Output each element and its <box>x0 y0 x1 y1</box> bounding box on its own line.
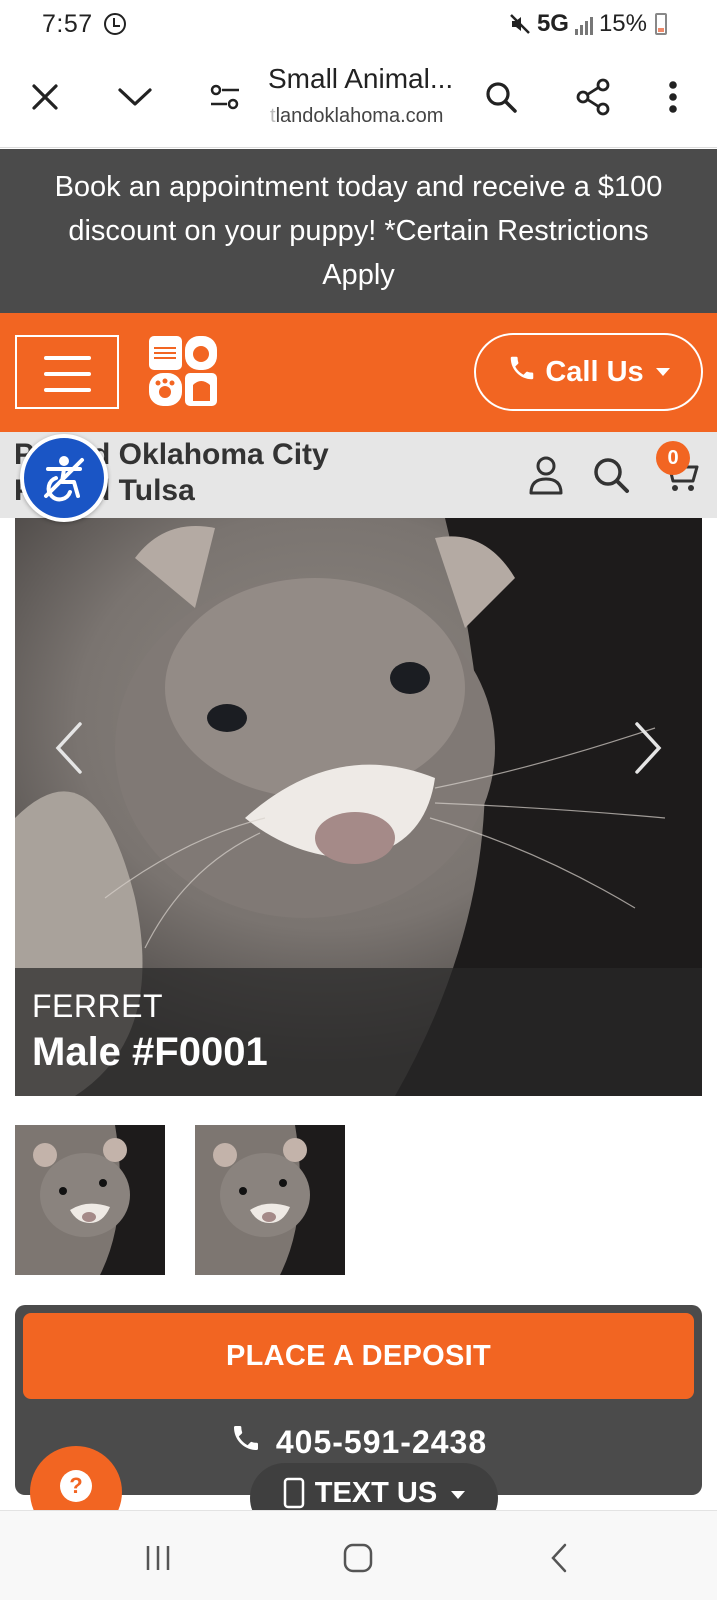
back-icon[interactable] <box>534 1533 584 1583</box>
site-search-icon[interactable] <box>586 450 636 500</box>
text-us-label: TEXT US <box>314 1477 438 1509</box>
chevron-left-icon[interactable] <box>50 718 90 778</box>
recents-icon[interactable] <box>133 1533 183 1583</box>
menu-icon[interactable] <box>15 335 119 409</box>
site-logo[interactable] <box>148 335 218 407</box>
chevron-down-icon <box>451 1491 466 1499</box>
battery-percent: 15% <box>598 10 647 37</box>
location-1-text: d Oklahoma City <box>92 438 329 471</box>
pet-name: Male #F0001 <box>32 1030 268 1074</box>
chevron-down-icon[interactable] <box>110 72 160 122</box>
cart-count-badge[interactable]: 0 <box>656 441 690 475</box>
photo-caption: FERRET Male #F0001 <box>15 968 702 1096</box>
help-icon: ? <box>60 1470 92 1502</box>
network-type: 5G <box>536 10 569 37</box>
chevron-down-icon <box>655 368 670 376</box>
promo-banner: Book an appointment today and receive a … <box>0 149 717 313</box>
alarm-clock-icon <box>104 13 126 35</box>
status-time: 7:57 <box>42 10 93 38</box>
share-icon[interactable] <box>568 72 618 122</box>
phone-icon <box>507 353 537 391</box>
page-title[interactable]: Small Animal... <box>268 63 453 95</box>
user-icon[interactable] <box>521 450 571 500</box>
close-icon[interactable] <box>20 72 70 122</box>
photo-thumbnail[interactable] <box>15 1125 165 1275</box>
status-bar: 7:57 5G 15% <box>0 0 717 50</box>
pet-photo-carousel[interactable]: FERRET Male #F0001 <box>15 518 702 1096</box>
photo-thumbnail[interactable] <box>195 1125 345 1275</box>
phone-icon <box>230 1422 262 1462</box>
animal-type: FERRET <box>32 988 163 1024</box>
phone-number: 405-591-2438 <box>275 1423 488 1460</box>
call-us-label: Call Us <box>545 355 644 388</box>
tune-icon[interactable] <box>200 72 250 122</box>
signal-icon <box>574 13 593 35</box>
more-vert-icon[interactable] <box>648 72 698 122</box>
site-header: Call Us <box>0 313 717 432</box>
home-icon[interactable] <box>333 1533 383 1583</box>
url-text: landoklahoma.com <box>275 105 444 127</box>
battery-icon <box>655 13 667 35</box>
page-url[interactable]: tlandoklahoma.com <box>270 105 443 128</box>
mute-icon <box>509 13 531 35</box>
system-nav-bar <box>0 1510 717 1600</box>
browser-toolbar: Small Animal... tlandoklahoma.com <box>0 50 717 148</box>
search-icon[interactable] <box>476 72 526 122</box>
call-us-button[interactable]: Call Us <box>474 333 703 411</box>
status-indicators: 5G 15% <box>509 10 667 38</box>
place-deposit-button[interactable]: PLACE A DEPOSIT <box>23 1313 694 1399</box>
chevron-right-icon[interactable] <box>627 718 667 778</box>
accessibility-icon[interactable] <box>20 434 108 522</box>
